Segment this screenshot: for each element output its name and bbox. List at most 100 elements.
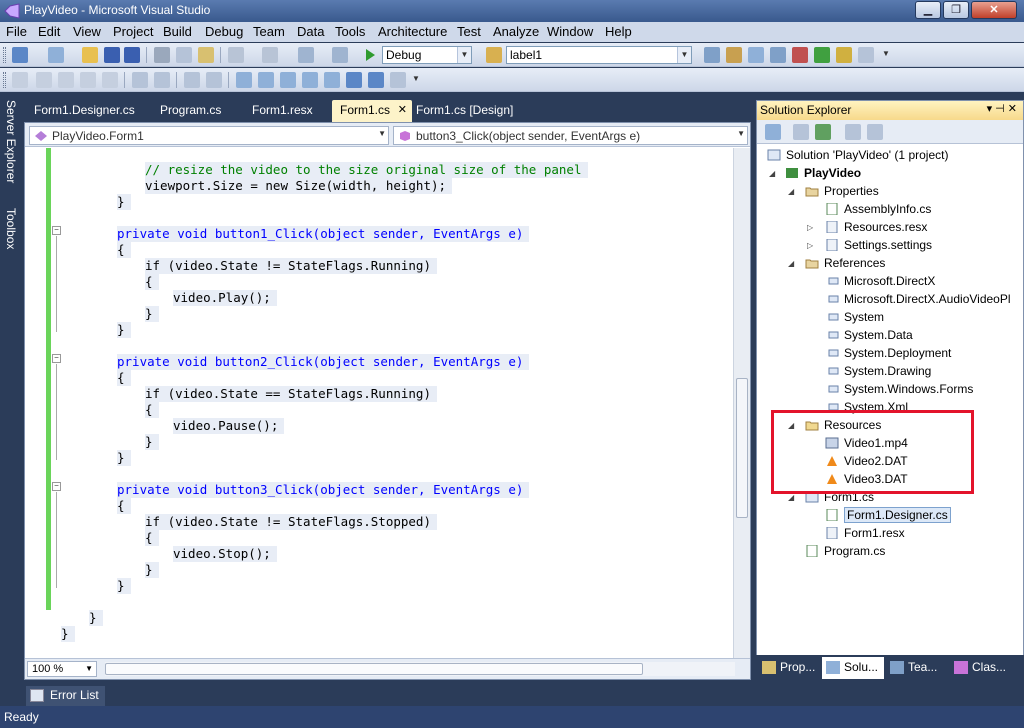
class-view-icon[interactable] xyxy=(770,47,786,63)
tab-solution-explorer[interactable]: Solu... xyxy=(822,657,884,679)
tab-form1-cs[interactable]: Form1.cs ✕ xyxy=(332,100,412,122)
collapse-icon[interactable]: − xyxy=(52,354,61,363)
menu-team[interactable]: Team xyxy=(253,24,285,39)
collapse-arrow-icon[interactable]: ◢ xyxy=(788,493,794,502)
previous-bookmark-folder-icon[interactable] xyxy=(302,72,318,88)
command-window-icon[interactable] xyxy=(858,47,874,63)
word-icon[interactable] xyxy=(102,72,118,88)
menu-view[interactable]: View xyxy=(73,24,101,39)
next-bookmark-icon[interactable] xyxy=(280,72,296,88)
toggle-bookmark-icon[interactable] xyxy=(236,72,252,88)
tree-references-folder[interactable]: References xyxy=(805,254,885,272)
start-page-icon[interactable] xyxy=(814,47,830,63)
tree-file[interactable]: Form1.resx xyxy=(825,524,905,542)
menu-data[interactable]: Data xyxy=(297,24,324,39)
menu-edit[interactable]: Edit xyxy=(38,24,60,39)
server-explorer-tab[interactable]: Server Explorer xyxy=(1,100,21,206)
close-button[interactable]: ✕ xyxy=(971,1,1017,19)
tree-reference[interactable]: System.Data xyxy=(825,326,913,344)
comment-out-icon[interactable] xyxy=(184,72,200,88)
close-icon[interactable]: ✕ xyxy=(398,103,407,116)
refresh-icon[interactable] xyxy=(815,124,831,140)
open-file-icon[interactable] xyxy=(82,47,98,63)
view-code-icon[interactable] xyxy=(845,124,861,140)
tab-program[interactable]: Program.cs xyxy=(152,100,242,122)
tree-reference[interactable]: System.Drawing xyxy=(825,362,931,380)
navigate-forward-icon[interactable] xyxy=(332,47,348,63)
tree-properties-folder[interactable]: Properties xyxy=(805,182,879,200)
menu-debug[interactable]: Debug xyxy=(205,24,243,39)
clear-bookmarks-icon[interactable] xyxy=(390,72,406,88)
tree-reference[interactable]: System.Deployment xyxy=(825,344,951,362)
members-dropdown[interactable]: button3_Click(object sender, EventArgs e… xyxy=(393,126,748,145)
menu-file[interactable]: File xyxy=(6,24,27,39)
collapse-arrow-icon[interactable]: ◢ xyxy=(769,169,775,178)
redo-icon[interactable] xyxy=(262,47,278,63)
toolbar-grip[interactable] xyxy=(3,72,6,88)
menu-project[interactable]: Project xyxy=(113,24,153,39)
collapse-icon[interactable]: − xyxy=(52,482,61,491)
collapse-icon[interactable]: − xyxy=(52,226,61,235)
tab-error-list[interactable]: Error List xyxy=(26,686,105,706)
save-icon[interactable] xyxy=(104,47,120,63)
paste-icon[interactable] xyxy=(198,47,214,63)
maximize-button[interactable]: ❐ xyxy=(943,1,969,19)
tab-form1-design[interactable]: Form1.cs [Design] xyxy=(408,100,528,122)
menu-test[interactable]: Test xyxy=(457,24,481,39)
tree-reference[interactable]: System.Windows.Forms xyxy=(825,380,973,398)
panel-controls[interactable]: ▾ ⊣ ✕ xyxy=(987,102,1017,115)
menu-window[interactable]: Window xyxy=(547,24,593,39)
list-members-icon[interactable] xyxy=(12,72,28,88)
show-all-files-icon[interactable] xyxy=(793,124,809,140)
tree-file[interactable]: AssemblyInfo.cs xyxy=(825,200,931,218)
types-dropdown[interactable]: PlayVideo.Form1 ▼ xyxy=(29,126,389,145)
view-class-diagram-icon[interactable] xyxy=(867,124,883,140)
properties-window-icon[interactable] xyxy=(726,47,742,63)
quick-info-icon[interactable] xyxy=(58,72,74,88)
tab-properties[interactable]: Prop... xyxy=(758,657,820,679)
tab-team-explorer[interactable]: Tea... xyxy=(886,657,946,679)
tab-form1-resx[interactable]: Form1.resx xyxy=(244,100,329,122)
find-combo[interactable]: label1 ▼ xyxy=(506,46,692,64)
tab-form1-designer[interactable]: Form1.Designer.cs xyxy=(26,100,135,122)
tree-reference[interactable]: Microsoft.DirectX xyxy=(825,272,935,290)
tree-file-selected[interactable]: Form1.Designer.cs xyxy=(825,506,951,524)
expand-arrow-icon[interactable]: ▷ xyxy=(807,241,813,250)
tab-class-view[interactable]: Clas... xyxy=(950,657,1016,679)
add-item-icon[interactable] xyxy=(48,47,64,63)
scrollbar-thumb[interactable] xyxy=(105,663,643,675)
save-all-icon[interactable] xyxy=(124,47,140,63)
minimize-button[interactable]: ▁ xyxy=(915,1,941,19)
chevron-down-icon[interactable]: ▼ xyxy=(412,74,420,83)
collapse-arrow-icon[interactable]: ◢ xyxy=(788,187,794,196)
expand-arrow-icon[interactable]: ▷ xyxy=(807,223,813,232)
zoom-dropdown[interactable]: 100 % ▼ xyxy=(27,661,97,677)
tree-file[interactable]: Program.cs xyxy=(805,542,885,560)
extension-manager-icon[interactable] xyxy=(836,47,852,63)
menu-tools[interactable]: Tools xyxy=(335,24,365,39)
uncomment-icon[interactable] xyxy=(206,72,222,88)
object-browser-icon[interactable] xyxy=(748,47,764,63)
navigate-backward-icon[interactable] xyxy=(298,47,314,63)
undo-icon[interactable] xyxy=(228,47,244,63)
solution-configuration-dropdown[interactable]: Debug ▼ xyxy=(382,46,472,64)
menu-analyze[interactable]: Analyze xyxy=(493,24,539,39)
next-bookmark-document-icon[interactable] xyxy=(368,72,384,88)
copy-icon[interactable] xyxy=(176,47,192,63)
code-text-area[interactable]: − − − // resize the video to the size or… xyxy=(25,148,733,658)
menu-build[interactable]: Build xyxy=(163,24,192,39)
vertical-scrollbar[interactable] xyxy=(733,148,750,658)
find-icon[interactable] xyxy=(704,47,720,63)
chevron-down-icon[interactable]: ▼ xyxy=(882,49,890,58)
cut-icon[interactable] xyxy=(154,47,170,63)
parameter-info-icon[interactable] xyxy=(36,72,52,88)
horizontal-scrollbar[interactable] xyxy=(105,662,735,676)
find-in-files-icon[interactable] xyxy=(486,47,502,63)
properties-icon[interactable] xyxy=(765,124,781,140)
decrease-indent-icon[interactable] xyxy=(132,72,148,88)
toolbox-icon[interactable] xyxy=(792,47,808,63)
increase-indent-icon[interactable] xyxy=(154,72,170,88)
previous-bookmark-document-icon[interactable] xyxy=(346,72,362,88)
tree-reference[interactable]: Microsoft.DirectX.AudioVideoPl xyxy=(825,290,1011,308)
tree-file[interactable]: Resources.resx xyxy=(825,218,927,236)
